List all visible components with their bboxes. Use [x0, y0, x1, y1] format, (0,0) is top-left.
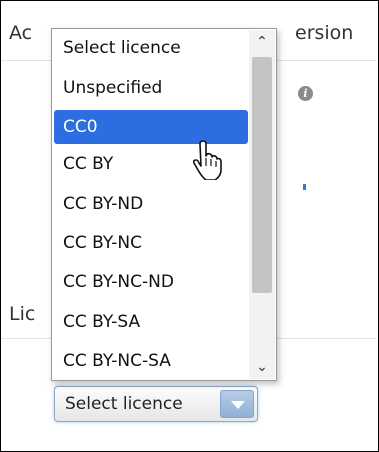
licence-select-value: Select licence — [65, 394, 183, 414]
chevron-up-icon[interactable]: ⌃ — [249, 30, 275, 54]
licence-options-list[interactable]: Select licence Unspecified CC0 CC BY CC … — [51, 28, 277, 381]
link-fragment — [303, 184, 306, 190]
option-cc-by-nc-sa[interactable]: CC BY-NC-SA — [54, 344, 248, 378]
option-cc-by-nc[interactable]: CC BY-NC — [54, 226, 248, 260]
option-cc0[interactable]: CC0 — [54, 110, 248, 144]
list-scrollbar[interactable]: ⌃ ⌄ — [249, 30, 275, 379]
section-label-left: Lic — [9, 303, 36, 325]
licence-select[interactable]: Select licence — [54, 386, 258, 422]
option-cc-by-sa[interactable]: CC BY-SA — [54, 305, 248, 339]
option-unspecified[interactable]: Unspecified — [54, 71, 248, 105]
info-icon[interactable]: i — [298, 86, 313, 101]
option-cc-by-nc-nd[interactable]: CC BY-NC-ND — [54, 265, 248, 299]
scrollbar-thumb[interactable] — [252, 57, 272, 293]
chevron-down-icon[interactable]: ⌄ — [249, 355, 275, 379]
chevron-down-icon[interactable] — [220, 390, 254, 418]
header-label-right: ersion — [295, 22, 354, 44]
list-header-option[interactable]: Select licence — [54, 31, 248, 65]
header-label-left: Ac — [9, 22, 33, 44]
hand-pointer-icon — [192, 140, 222, 180]
option-cc-by-nd[interactable]: CC BY-ND — [54, 187, 248, 221]
